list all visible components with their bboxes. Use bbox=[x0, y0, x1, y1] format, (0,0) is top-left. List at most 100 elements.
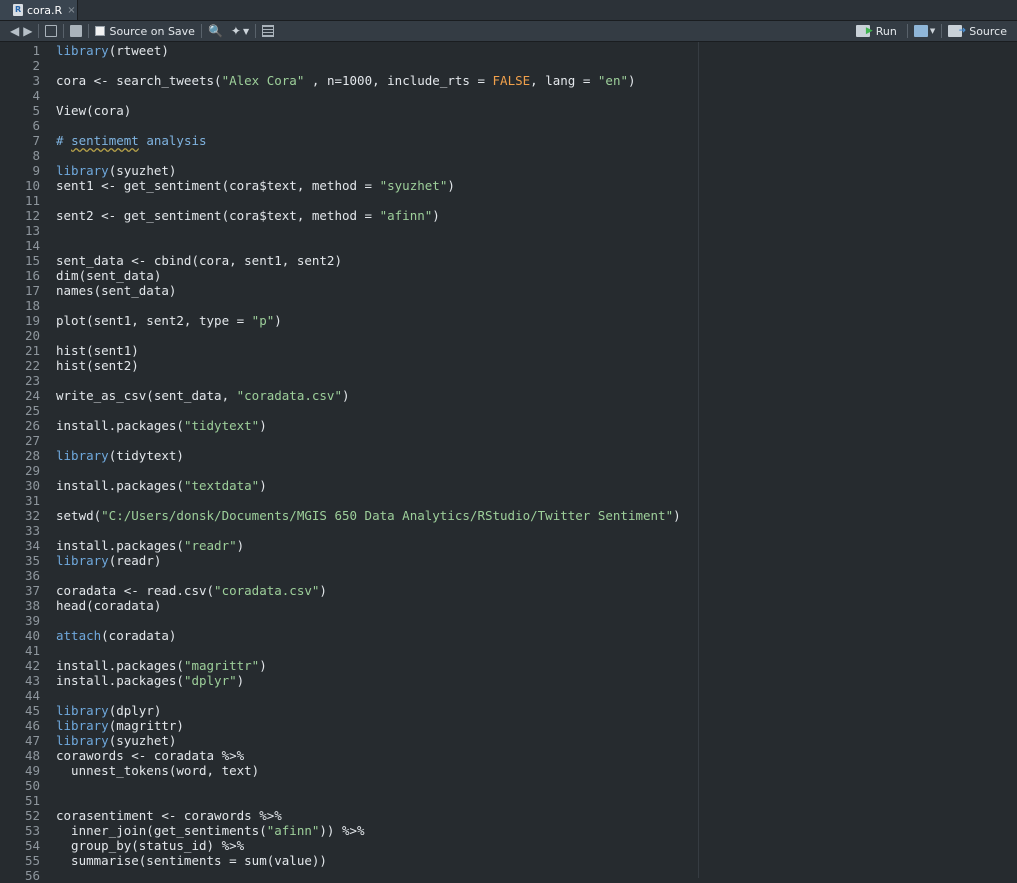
code-line[interactable]: 28 library(tidytext) bbox=[0, 448, 1017, 463]
source-on-save-checkbox[interactable] bbox=[95, 26, 106, 36]
code-line[interactable]: 47 library(syuzhet) bbox=[0, 733, 1017, 748]
code-text[interactable]: attach(coradata) bbox=[56, 628, 176, 643]
code-text[interactable]: install.packages("dplyr") bbox=[56, 673, 244, 688]
code-line[interactable]: 41 bbox=[0, 643, 1017, 658]
code-text[interactable]: sent1 <- get_sentiment(cora$text, method… bbox=[56, 178, 455, 193]
code-text[interactable]: install.packages("textdata") bbox=[56, 478, 267, 493]
code-line[interactable]: 2 bbox=[0, 58, 1017, 73]
code-line[interactable]: 5 View(cora) bbox=[0, 103, 1017, 118]
run-icon[interactable]: ▶ bbox=[855, 25, 873, 37]
code-text[interactable]: sent2 <- get_sentiment(cora$text, method… bbox=[56, 208, 440, 223]
code-line[interactable]: 10 sent1 <- get_sentiment(cora$text, meth… bbox=[0, 178, 1017, 193]
code-line[interactable]: 34 install.packages("readr") bbox=[0, 538, 1017, 553]
code-line[interactable]: 22 hist(sent2) bbox=[0, 358, 1017, 373]
run-button[interactable]: Run bbox=[876, 25, 897, 38]
code-line[interactable]: 27 bbox=[0, 433, 1017, 448]
code-text[interactable]: View(cora) bbox=[56, 103, 131, 118]
forward-arrow-icon[interactable]: ▶ bbox=[23, 25, 32, 37]
code-line[interactable]: 36 bbox=[0, 568, 1017, 583]
code-line[interactable]: 35 library(readr) bbox=[0, 553, 1017, 568]
code-text[interactable]: hist(sent1) bbox=[56, 343, 139, 358]
code-text[interactable]: library(tidytext) bbox=[56, 448, 184, 463]
code-line[interactable]: 55 summarise(sentiments = sum(value)) bbox=[0, 853, 1017, 868]
code-line[interactable]: 49 unnest_tokens(word, text) bbox=[0, 763, 1017, 778]
source-button[interactable]: Source bbox=[969, 25, 1007, 38]
code-line[interactable]: 54 group_by(status_id) %>% bbox=[0, 838, 1017, 853]
code-line[interactable]: 4 bbox=[0, 88, 1017, 103]
code-editor[interactable]: 1 library(rtweet) 2 3 cora <- search_tweets(… bbox=[0, 42, 1017, 883]
code-text[interactable]: coradata <- read.csv("coradata.csv") bbox=[56, 583, 327, 598]
back-arrow-icon[interactable]: ◀ bbox=[10, 25, 19, 37]
code-text[interactable]: corawords <- coradata %>% bbox=[56, 748, 244, 763]
code-line[interactable]: 42 install.packages("magrittr") bbox=[0, 658, 1017, 673]
code-text[interactable]: unnest_tokens(word, text) bbox=[56, 763, 259, 778]
code-text[interactable]: library(syuzhet) bbox=[56, 163, 176, 178]
search-icon[interactable]: 🔍 bbox=[208, 24, 223, 38]
source-on-save-label[interactable]: Source on Save bbox=[109, 25, 194, 38]
code-line[interactable]: 14 bbox=[0, 238, 1017, 253]
code-text[interactable]: sent_data <- cbind(cora, sent1, sent2) bbox=[56, 253, 342, 268]
code-text[interactable]: library(dplyr) bbox=[56, 703, 161, 718]
code-line[interactable]: 15 sent_data <- cbind(cora, sent1, sent2) bbox=[0, 253, 1017, 268]
code-line[interactable]: 1 library(rtweet) bbox=[0, 43, 1017, 58]
code-text[interactable]: head(coradata) bbox=[56, 598, 161, 613]
code-text[interactable]: install.packages("tidytext") bbox=[56, 418, 267, 433]
code-text[interactable]: library(syuzhet) bbox=[56, 733, 176, 748]
document-outline-icon[interactable] bbox=[262, 25, 275, 37]
code-line[interactable]: 29 bbox=[0, 463, 1017, 478]
code-line[interactable]: 18 bbox=[0, 298, 1017, 313]
code-text[interactable]: install.packages("magrittr") bbox=[56, 658, 267, 673]
code-line[interactable]: 40 attach(coradata) bbox=[0, 628, 1017, 643]
code-line[interactable]: 53 inner_join(get_sentiments("afinn")) %… bbox=[0, 823, 1017, 838]
code-line[interactable]: 51 bbox=[0, 793, 1017, 808]
code-line[interactable]: 21 hist(sent1) bbox=[0, 343, 1017, 358]
save-icon[interactable] bbox=[70, 25, 83, 37]
rerun-chevron-down-icon[interactable]: ▼ bbox=[930, 27, 935, 35]
code-line[interactable]: 44 bbox=[0, 688, 1017, 703]
code-text[interactable]: group_by(status_id) %>% bbox=[56, 838, 244, 853]
code-text[interactable]: corasentiment <- corawords %>% bbox=[56, 808, 282, 823]
code-line[interactable]: 50 bbox=[0, 778, 1017, 793]
code-tools-wand-icon[interactable]: ✦ bbox=[231, 24, 241, 38]
code-line[interactable]: 17 names(sent_data) bbox=[0, 283, 1017, 298]
code-text[interactable]: write_as_csv(sent_data, "coradata.csv") bbox=[56, 388, 350, 403]
code-line[interactable]: 56 bbox=[0, 868, 1017, 883]
chevron-down-icon[interactable]: ▼ bbox=[243, 27, 249, 36]
code-line[interactable]: 8 bbox=[0, 148, 1017, 163]
code-line[interactable]: 31 bbox=[0, 493, 1017, 508]
code-text[interactable]: dim(sent_data) bbox=[56, 268, 161, 283]
show-in-new-window-icon[interactable] bbox=[45, 25, 58, 37]
code-text[interactable]: setwd("C:/Users/donsk/Documents/MGIS 650… bbox=[56, 508, 681, 523]
code-text[interactable]: library(readr) bbox=[56, 553, 161, 568]
close-tab-icon[interactable]: × bbox=[67, 5, 75, 16]
code-text[interactable]: hist(sent2) bbox=[56, 358, 139, 373]
code-line[interactable]: 3 cora <- search_tweets("Alex Cora" , n=1… bbox=[0, 73, 1017, 88]
rerun-icon[interactable] bbox=[913, 25, 928, 37]
file-tab-cora[interactable]: cora.R × bbox=[0, 0, 78, 20]
code-line[interactable]: 45 library(dplyr) bbox=[0, 703, 1017, 718]
code-line[interactable]: 33 bbox=[0, 523, 1017, 538]
code-line[interactable]: 16 dim(sent_data) bbox=[0, 268, 1017, 283]
code-line[interactable]: 52 corasentiment <- corawords %>% bbox=[0, 808, 1017, 823]
code-line[interactable]: 13 bbox=[0, 223, 1017, 238]
code-line[interactable]: 43 install.packages("dplyr") bbox=[0, 673, 1017, 688]
code-line[interactable]: 38 head(coradata) bbox=[0, 598, 1017, 613]
code-text[interactable]: install.packages("readr") bbox=[56, 538, 244, 553]
code-text[interactable]: inner_join(get_sentiments("afinn")) %>% bbox=[56, 823, 365, 838]
source-icon[interactable]: ➜ bbox=[948, 25, 966, 37]
code-text[interactable]: library(magrittr) bbox=[56, 718, 184, 733]
code-line[interactable]: 26 install.packages("tidytext") bbox=[0, 418, 1017, 433]
code-text[interactable]: library(rtweet) bbox=[56, 43, 169, 58]
code-line[interactable]: 23 bbox=[0, 373, 1017, 388]
code-line[interactable]: 24 write_as_csv(sent_data, "coradata.csv"… bbox=[0, 388, 1017, 403]
code-text[interactable]: cora <- search_tweets("Alex Cora" , n=10… bbox=[56, 73, 636, 88]
code-text[interactable]: names(sent_data) bbox=[56, 283, 176, 298]
code-line[interactable]: 25 bbox=[0, 403, 1017, 418]
code-line[interactable]: 6 bbox=[0, 118, 1017, 133]
code-line[interactable]: 30 install.packages("textdata") bbox=[0, 478, 1017, 493]
code-line[interactable]: 32 setwd("C:/Users/donsk/Documents/MGIS 6… bbox=[0, 508, 1017, 523]
code-line[interactable]: 37 coradata <- read.csv("coradata.csv") bbox=[0, 583, 1017, 598]
code-text[interactable]: # sentimemt analysis bbox=[56, 133, 207, 148]
code-line[interactable]: 19 plot(sent1, sent2, type = "p") bbox=[0, 313, 1017, 328]
code-line[interactable]: 7 # sentimemt analysis bbox=[0, 133, 1017, 148]
